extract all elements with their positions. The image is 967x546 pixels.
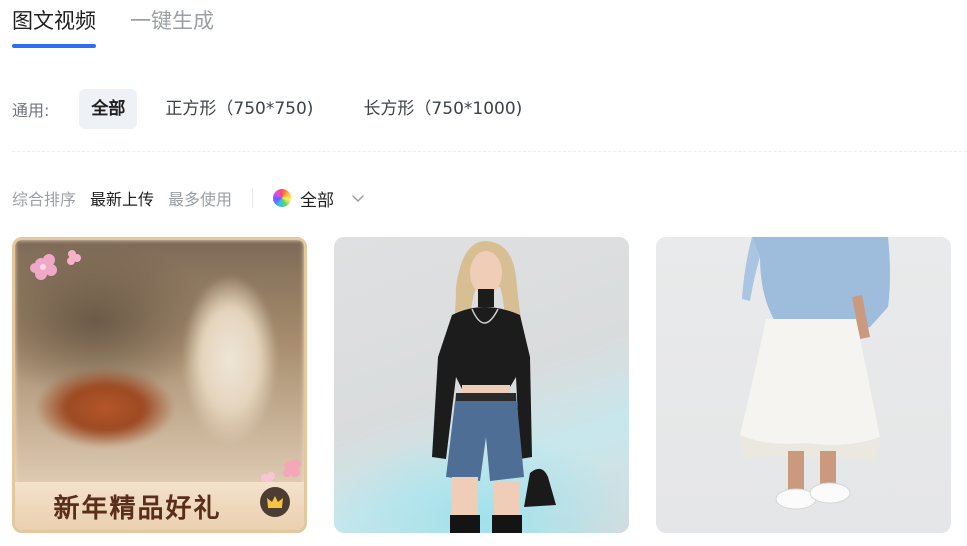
template-card[interactable]: 新年精品好礼	[12, 237, 307, 533]
color-wheel-icon	[273, 189, 292, 207]
sort-latest-upload[interactable]: 最新上传	[90, 186, 154, 210]
chevron-down-icon	[352, 195, 364, 202]
sort-comprehensive[interactable]: 综合排序	[12, 186, 76, 210]
sort-most-used[interactable]: 最多使用	[168, 186, 232, 210]
tab-image-video[interactable]: 图文视频	[12, 0, 96, 48]
size-filter-row: 通用: 全部 正方形（750*750) 长方形（750*1000)	[12, 89, 534, 129]
size-option-rectangle[interactable]: 长方形（750*1000)	[351, 89, 534, 129]
sort-row: 综合排序 最新上传 最多使用 全部	[12, 180, 365, 216]
top-tabs: 图文视频 一键生成	[12, 0, 214, 52]
size-option-square[interactable]: 正方形（750*750)	[153, 89, 325, 129]
color-filter-label: 全部	[300, 190, 335, 211]
sort-separator	[252, 188, 254, 208]
crown-icon	[260, 487, 290, 517]
section-divider	[12, 151, 967, 152]
tab-one-click-generate[interactable]: 一键生成	[130, 0, 214, 42]
color-filter-dropdown[interactable]: 全部	[273, 186, 365, 211]
card-thumbnail-image	[740, 237, 890, 510]
card-thumbnail-image	[432, 241, 556, 533]
template-grid: 新年精品好礼	[12, 237, 951, 533]
template-card[interactable]	[334, 237, 629, 533]
template-card[interactable]	[656, 237, 951, 533]
card-banner-text: 新年精品好礼	[53, 493, 222, 524]
flower-decoration-icon	[30, 250, 81, 280]
size-filter-label: 通用:	[12, 101, 50, 120]
size-option-all[interactable]: 全部	[79, 89, 138, 129]
